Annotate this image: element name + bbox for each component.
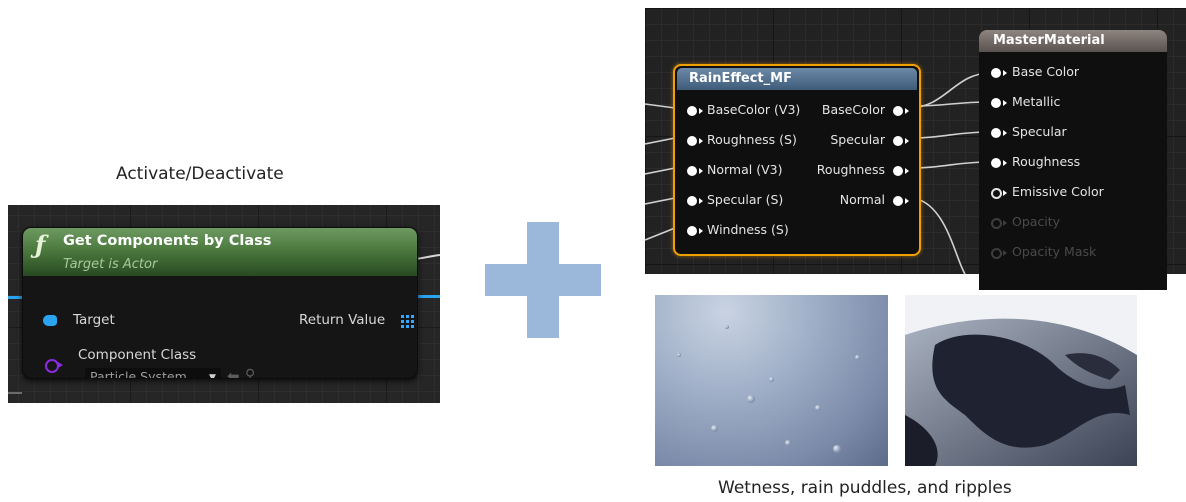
- input-pin-icon[interactable]: [991, 128, 1001, 138]
- pin-arrow-icon: [905, 138, 909, 144]
- node-header: ƒ Get Components by Class Target is Acto…: [23, 228, 417, 276]
- pin-arrow-icon: [905, 168, 909, 174]
- effects-caption: Wetness, rain puddles, and ripples: [718, 478, 1012, 498]
- material-graph: RainEffect_MF BaseColor (V3) Roughness (…: [645, 8, 1186, 290]
- wire-in-1: [645, 103, 676, 109]
- wet-surface-image: [655, 295, 888, 466]
- plus-icon: [485, 222, 601, 338]
- master-material-node[interactable]: MasterMaterial Base Color Metallic Specu…: [979, 30, 1167, 290]
- get-components-node[interactable]: ƒ Get Components by Class Target is Acto…: [22, 227, 418, 379]
- input-roughness-label: Roughness (S): [707, 132, 797, 147]
- raindrop: [725, 325, 729, 329]
- input-pin-icon[interactable]: [991, 158, 1001, 168]
- pin-arrow-icon: [1003, 70, 1007, 76]
- pin-arrow-icon: [699, 198, 703, 204]
- pin-arrow-icon: [1003, 220, 1007, 226]
- raindrop: [785, 440, 791, 446]
- pin-arrow-icon: [699, 168, 703, 174]
- class-pin-icon[interactable]: [45, 359, 59, 373]
- pin-arrow-icon: [699, 228, 703, 234]
- raindrop: [747, 395, 755, 403]
- node-subtitle: Target is Actor: [63, 257, 158, 272]
- opacity-label: Opacity: [1012, 214, 1061, 229]
- class-pin-arrow-icon: [58, 362, 63, 368]
- pin-arrow-icon: [1003, 160, 1007, 166]
- raindrop: [711, 425, 718, 432]
- base-color-label: Base Color: [1012, 64, 1080, 79]
- node-header: RainEffect_MF: [677, 68, 917, 90]
- rain-effect-function-node[interactable]: RainEffect_MF BaseColor (V3) Roughness (…: [673, 64, 921, 256]
- input-pin-icon: [991, 218, 1002, 229]
- wire-in-3: [645, 167, 676, 175]
- pin-arrow-icon: [1003, 130, 1007, 136]
- pin-arrow-icon: [699, 108, 703, 114]
- input-pin-icon[interactable]: [687, 136, 697, 146]
- input-pin-icon[interactable]: [687, 106, 697, 116]
- wire-specular: [908, 131, 991, 139]
- raindrop: [833, 445, 841, 453]
- roughness-label: Roughness: [1012, 154, 1081, 169]
- function-icon: ƒ: [35, 230, 46, 259]
- input-basecolor-label: BaseColor (V3): [707, 102, 801, 117]
- output-normal-label: Normal: [839, 192, 885, 207]
- metallic-label: Metallic: [1012, 94, 1061, 109]
- wire-in-4: [645, 197, 676, 205]
- rain-puddle-image: [905, 295, 1137, 466]
- emissive-color-label: Emissive Color: [1012, 184, 1104, 199]
- pin-arrow-icon: [1003, 100, 1007, 106]
- search-icon[interactable]: ⚲: [245, 367, 255, 378]
- node-title: MasterMaterial: [993, 33, 1105, 48]
- output-pin-icon[interactable]: [893, 196, 903, 206]
- output-pin-icon[interactable]: [893, 136, 903, 146]
- output-pin-icon[interactable]: [893, 166, 903, 176]
- opacity-mask-label: Opacity Mask: [1012, 244, 1097, 259]
- pin-arrow-icon: [905, 198, 909, 204]
- input-pin-icon[interactable]: [991, 98, 1001, 108]
- node-title: Get Components by Class: [63, 233, 272, 249]
- input-pin-icon[interactable]: [991, 188, 1002, 199]
- return-value-label: Return Value: [299, 312, 386, 328]
- raindrop: [677, 353, 681, 357]
- raindrop: [815, 405, 821, 411]
- puddle-shapes: [905, 295, 1137, 466]
- component-class-label: Component Class: [78, 347, 197, 363]
- input-windness-label: Windness (S): [707, 222, 789, 237]
- input-pin-icon[interactable]: [687, 196, 697, 206]
- pin-arrow-icon: [1003, 250, 1007, 256]
- wire-in-2: [645, 137, 676, 145]
- chevron-down-icon: ▼: [209, 373, 216, 379]
- pin-arrow-icon: [905, 108, 909, 114]
- output-pin-icon[interactable]: [893, 106, 903, 116]
- output-specular-label: Specular: [830, 132, 885, 147]
- target-pin-icon[interactable]: [43, 315, 57, 326]
- wire-in-5: [645, 227, 676, 241]
- raindrop: [855, 355, 860, 360]
- node-header: MasterMaterial: [979, 30, 1167, 52]
- blueprint-graph: ƒ Get Components by Class Target is Acto…: [8, 205, 440, 403]
- input-normal-label: Normal (V3): [707, 162, 783, 177]
- output-roughness-label: Roughness: [816, 162, 885, 177]
- input-pin-icon: [991, 248, 1002, 259]
- input-specular-label: Specular (S): [707, 192, 784, 207]
- target-label: Target: [73, 312, 115, 328]
- input-pin-icon[interactable]: [687, 166, 697, 176]
- use-selected-arrow-icon[interactable]: ⬅: [227, 367, 240, 378]
- raindrop: [769, 377, 774, 382]
- array-grid-icon[interactable]: [401, 315, 414, 328]
- pin-arrow-icon: [699, 138, 703, 144]
- input-pin-icon[interactable]: [687, 226, 697, 236]
- input-pin-icon[interactable]: [991, 68, 1001, 78]
- specular-label: Specular: [1012, 124, 1067, 139]
- wire-roughness: [908, 161, 991, 169]
- output-basecolor-label: BaseColor: [821, 102, 885, 117]
- node-title: RainEffect_MF: [689, 71, 792, 86]
- component-class-value: Particle System: [90, 369, 187, 379]
- blueprint-caption: Activate/Deactivate: [116, 164, 284, 184]
- component-class-select[interactable]: Particle System ▼: [85, 368, 221, 379]
- pin-arrow-icon: [1003, 190, 1007, 196]
